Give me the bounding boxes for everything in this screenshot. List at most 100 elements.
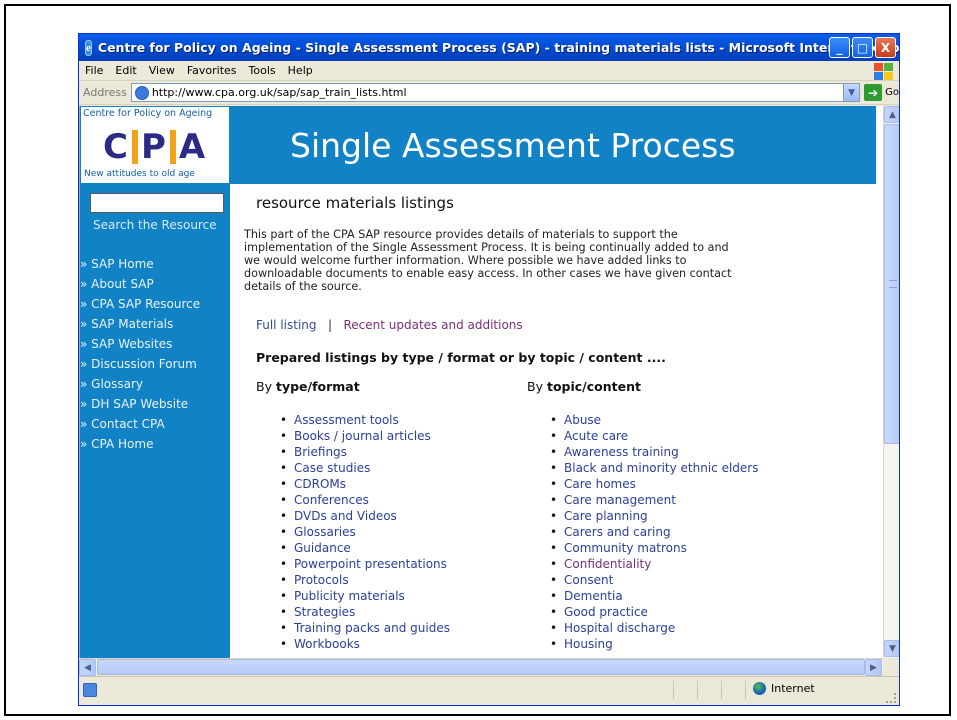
col2-title: topic/content bbox=[546, 379, 641, 394]
close-button[interactable]: X bbox=[875, 37, 896, 58]
logo-letter-p: P bbox=[140, 127, 167, 167]
list-item[interactable]: Confidentiality bbox=[550, 556, 758, 572]
list-item[interactable]: Hospital discharge bbox=[550, 620, 758, 636]
address-input[interactable]: http://www.cpa.org.uk/sap/sap_train_list… bbox=[130, 83, 861, 102]
go-button[interactable]: ➔ Go bbox=[864, 84, 899, 101]
list-item[interactable]: Consent bbox=[550, 572, 758, 588]
list-item[interactable]: Care homes bbox=[550, 476, 758, 492]
address-label: Address bbox=[83, 86, 127, 99]
sidebar-nav: » SAP Home » About SAP » CPA SAP Resourc… bbox=[80, 254, 200, 454]
logo-bar bbox=[169, 130, 176, 164]
sidebar-item-contact-cpa[interactable]: » Contact CPA bbox=[80, 414, 200, 434]
scroll-down-icon[interactable]: ▼ bbox=[884, 640, 899, 657]
sidebar-item-cpa-home[interactable]: » CPA Home bbox=[80, 434, 200, 454]
list-item[interactable]: Glossaries bbox=[280, 524, 450, 540]
list-item[interactable]: Conferences bbox=[280, 492, 450, 508]
sidebar-item-dh-sap-website[interactable]: » DH SAP Website bbox=[80, 394, 200, 414]
page-banner: Single Assessment Process bbox=[230, 106, 876, 184]
security-zone: Internet bbox=[753, 682, 815, 695]
logo-bar bbox=[131, 130, 138, 164]
list-item[interactable]: Dementia bbox=[550, 588, 758, 604]
ie-app-icon: e bbox=[85, 39, 92, 56]
list-item[interactable]: Briefings bbox=[280, 444, 450, 460]
col1-prefix: By bbox=[256, 379, 272, 394]
list-item[interactable]: Strategies bbox=[280, 604, 450, 620]
full-listing-link[interactable]: Full listing bbox=[256, 318, 317, 332]
list-item[interactable]: Books / journal articles bbox=[280, 428, 450, 444]
intro-line: downloadable documents to enable easy ac… bbox=[244, 267, 732, 280]
list-item[interactable]: DVDs and Videos bbox=[280, 508, 450, 524]
type-format-list: Assessment tools Books / journal article… bbox=[280, 412, 450, 652]
search-input[interactable] bbox=[90, 193, 224, 213]
listing-links: Full listing | Recent updates and additi… bbox=[256, 318, 523, 332]
maximize-button[interactable]: □ bbox=[852, 37, 873, 58]
list-item[interactable]: CDROMs bbox=[280, 476, 450, 492]
sidebar-item-sap-websites[interactable]: » SAP Websites bbox=[80, 334, 200, 354]
sidebar-item-sap-home[interactable]: » SAP Home bbox=[80, 254, 200, 274]
logo-letters: C P A bbox=[103, 127, 206, 167]
sidebar: Centre for Policy on Ageing C P A New at… bbox=[80, 106, 230, 658]
menu-file[interactable]: File bbox=[79, 64, 109, 77]
col2-prefix: By bbox=[527, 379, 543, 394]
vertical-scroll-thumb[interactable] bbox=[884, 124, 899, 444]
page-status-icon bbox=[83, 683, 97, 697]
scroll-right-icon[interactable]: ▶ bbox=[865, 659, 882, 676]
menu-edit[interactable]: Edit bbox=[109, 64, 142, 77]
minimize-button[interactable]: _ bbox=[829, 37, 850, 58]
list-item[interactable]: Good practice bbox=[550, 604, 758, 620]
intro-line: This part of the CPA SAP resource provid… bbox=[244, 228, 678, 241]
scrollbar-corner bbox=[883, 658, 899, 675]
sidebar-item-sap-materials[interactable]: » SAP Materials bbox=[80, 314, 200, 334]
list-item[interactable]: Care management bbox=[550, 492, 758, 508]
menu-favorites[interactable]: Favorites bbox=[181, 64, 243, 77]
resize-grip-icon[interactable] bbox=[886, 693, 896, 703]
intro-line: we would welcome further information. Wh… bbox=[244, 254, 687, 267]
recent-updates-link[interactable]: Recent updates and additions bbox=[343, 318, 522, 332]
logo-tagline: New attitudes to old age bbox=[84, 169, 195, 179]
scroll-up-icon[interactable]: ▲ bbox=[884, 106, 899, 123]
logo-letter-a: A bbox=[178, 127, 207, 167]
zone-label: Internet bbox=[771, 682, 815, 695]
list-item[interactable]: Acute care bbox=[550, 428, 758, 444]
list-item[interactable]: Case studies bbox=[280, 460, 450, 476]
windows-logo-icon bbox=[873, 62, 895, 80]
list-item[interactable]: Protocols bbox=[280, 572, 450, 588]
search-resource-link[interactable]: Search the Resource bbox=[93, 218, 217, 232]
list-item[interactable]: Guidance bbox=[280, 540, 450, 556]
page-icon bbox=[134, 85, 149, 100]
go-arrow-icon: ➔ bbox=[864, 84, 883, 101]
list-item[interactable]: Abuse bbox=[550, 412, 758, 428]
sidebar-item-discussion-forum[interactable]: » Discussion Forum bbox=[80, 354, 200, 374]
list-item[interactable]: Community matrons bbox=[550, 540, 758, 556]
menu-view[interactable]: View bbox=[143, 64, 181, 77]
list-item[interactable]: Care planning bbox=[550, 508, 758, 524]
list-item[interactable]: Assessment tools bbox=[280, 412, 450, 428]
sidebar-item-cpa-sap-resource[interactable]: » CPA SAP Resource bbox=[80, 294, 200, 314]
sidebar-item-glossary[interactable]: » Glossary bbox=[80, 374, 200, 394]
title-bar[interactable]: e Centre for Policy on Ageing - Single A… bbox=[79, 34, 899, 61]
horizontal-scroll-thumb[interactable] bbox=[97, 659, 865, 675]
list-item[interactable]: Powerpoint presentations bbox=[280, 556, 450, 572]
menu-help[interactable]: Help bbox=[282, 64, 319, 77]
scroll-left-icon[interactable]: ◀ bbox=[79, 659, 96, 676]
list-item[interactable]: Training packs and guides bbox=[280, 620, 450, 636]
list-item[interactable]: Workbooks bbox=[280, 636, 450, 652]
list-item[interactable]: Publicity materials bbox=[280, 588, 450, 604]
vertical-scrollbar[interactable]: ▲ ▼ bbox=[883, 106, 899, 658]
prepared-listings-heading: Prepared listings by type / format or by… bbox=[256, 350, 666, 365]
internet-globe-icon bbox=[753, 682, 766, 695]
page-heading: resource materials listings bbox=[256, 194, 454, 212]
list-item[interactable]: Awareness training bbox=[550, 444, 758, 460]
topic-content-list: Abuse Acute care Awareness training Blac… bbox=[550, 412, 758, 652]
topic-content-heading: By topic/content bbox=[527, 379, 641, 394]
sidebar-item-about-sap[interactable]: » About SAP bbox=[80, 274, 200, 294]
banner-title: Single Assessment Process bbox=[290, 126, 736, 165]
list-item[interactable]: Black and minority ethnic elders bbox=[550, 460, 758, 476]
cpa-logo[interactable]: Centre for Policy on Ageing C P A New at… bbox=[80, 106, 230, 184]
list-item[interactable]: Carers and caring bbox=[550, 524, 758, 540]
menu-tools[interactable]: Tools bbox=[243, 64, 282, 77]
address-bar: Address http://www.cpa.org.uk/sap/sap_tr… bbox=[79, 81, 899, 105]
horizontal-scrollbar[interactable]: ◀ ▶ bbox=[79, 658, 883, 676]
address-dropdown-icon[interactable]: ▼ bbox=[843, 84, 860, 101]
list-item[interactable]: Housing bbox=[550, 636, 758, 652]
